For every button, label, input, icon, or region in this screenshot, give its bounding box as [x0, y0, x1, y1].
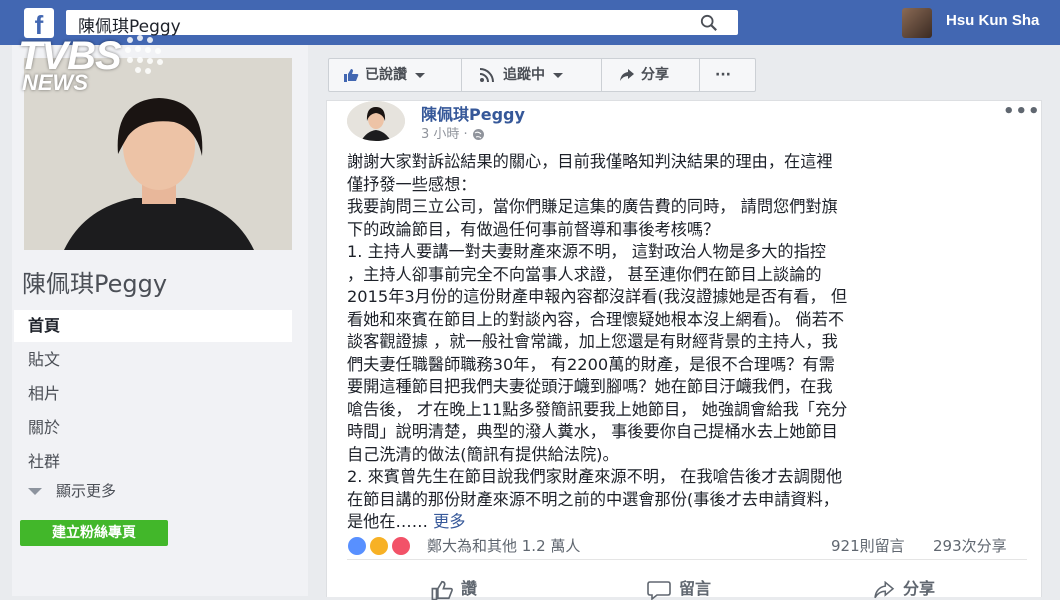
- profile-name[interactable]: 陳佩琪Peggy: [22, 264, 167, 299]
- share-post-button[interactable]: 分享: [873, 575, 935, 599]
- reaction-names[interactable]: 鄭大為和其他 1.2 萬人: [427, 535, 580, 556]
- globe-icon: [472, 129, 484, 140]
- reaction-icons[interactable]: [347, 535, 412, 556]
- user-name-link[interactable]: Hsu Kun Sha: [946, 12, 1039, 29]
- reactions-summary: 鄭大為和其他 1.2 萬人 921則留言 293次分享: [347, 535, 1027, 560]
- post-body: 謝謝大家對訴訟結果的關心，目前我僅略知判決結果的理由，在這裡 僅抒發一些感想： …: [347, 151, 1027, 534]
- see-more-link[interactable]: 更多: [433, 512, 465, 531]
- post-card: 陳佩琪Peggy 3 小時 · ••• 謝謝大家對訴訟結果的關心，目前我僅略知判…: [326, 100, 1042, 600]
- like-post-label: 讚: [461, 579, 478, 598]
- show-more-link[interactable]: 顯示更多: [28, 480, 116, 501]
- rss-icon: [479, 68, 494, 83]
- post-author-avatar[interactable]: [347, 101, 405, 141]
- caret-down-icon: [415, 72, 425, 78]
- share-post-label: 分享: [903, 579, 936, 598]
- user-avatar[interactable]: [902, 8, 932, 38]
- liked-button[interactable]: 已說讚: [343, 59, 425, 91]
- sad-reaction-icon: [369, 535, 390, 556]
- nav-item-posts[interactable]: 貼文: [14, 344, 292, 376]
- shares-count[interactable]: 293次分享: [933, 535, 1007, 556]
- post-author-name[interactable]: 陳佩琪Peggy: [421, 101, 525, 125]
- search-icon[interactable]: [700, 14, 718, 32]
- post-time-text: 3 小時 ·: [421, 127, 468, 142]
- comments-count[interactable]: 921則留言: [831, 535, 905, 556]
- liked-label: 已說讚: [365, 67, 407, 83]
- post-body-text: 謝謝大家對訴訟結果的關心，目前我僅略知判決結果的理由，在這裡 僅抒發一些感想： …: [347, 152, 848, 531]
- tvbs-dots-icon: [125, 35, 163, 74]
- chevron-down-icon: [28, 488, 42, 495]
- love-reaction-icon: [391, 535, 412, 556]
- nav-item-photos[interactable]: 相片: [14, 378, 292, 410]
- nav-item-home[interactable]: 首頁: [14, 310, 292, 342]
- following-label: 追蹤中: [503, 67, 545, 83]
- share-arrow-icon: [620, 69, 634, 81]
- divider: [601, 59, 602, 91]
- page-action-bar: 已說讚 追蹤中 分享 ···: [328, 58, 756, 92]
- divider: [699, 59, 700, 91]
- share-page-label: 分享: [641, 67, 669, 83]
- thumbs-up-outline-icon: [431, 580, 453, 600]
- post-options-menu[interactable]: •••: [1003, 101, 1041, 122]
- caret-down-icon: [553, 72, 563, 78]
- comment-icon: [647, 580, 671, 600]
- more-options-button[interactable]: ···: [715, 59, 731, 91]
- show-more-label: 顯示更多: [56, 482, 117, 500]
- share-page-button[interactable]: 分享: [619, 59, 669, 91]
- create-page-button[interactable]: 建立粉絲專頁: [20, 520, 168, 546]
- comment-label: 留言: [679, 579, 712, 598]
- nav-item-community[interactable]: 社群: [14, 446, 292, 478]
- divider: [461, 59, 462, 91]
- tvbs-news-watermark: NEWS: [22, 70, 88, 95]
- thumbs-up-icon: [344, 69, 359, 82]
- following-button[interactable]: 追蹤中: [479, 59, 563, 91]
- nav-item-about[interactable]: 關於: [14, 412, 292, 444]
- like-reaction-icon: [347, 535, 367, 556]
- post-timestamp[interactable]: 3 小時 ·: [421, 123, 485, 142]
